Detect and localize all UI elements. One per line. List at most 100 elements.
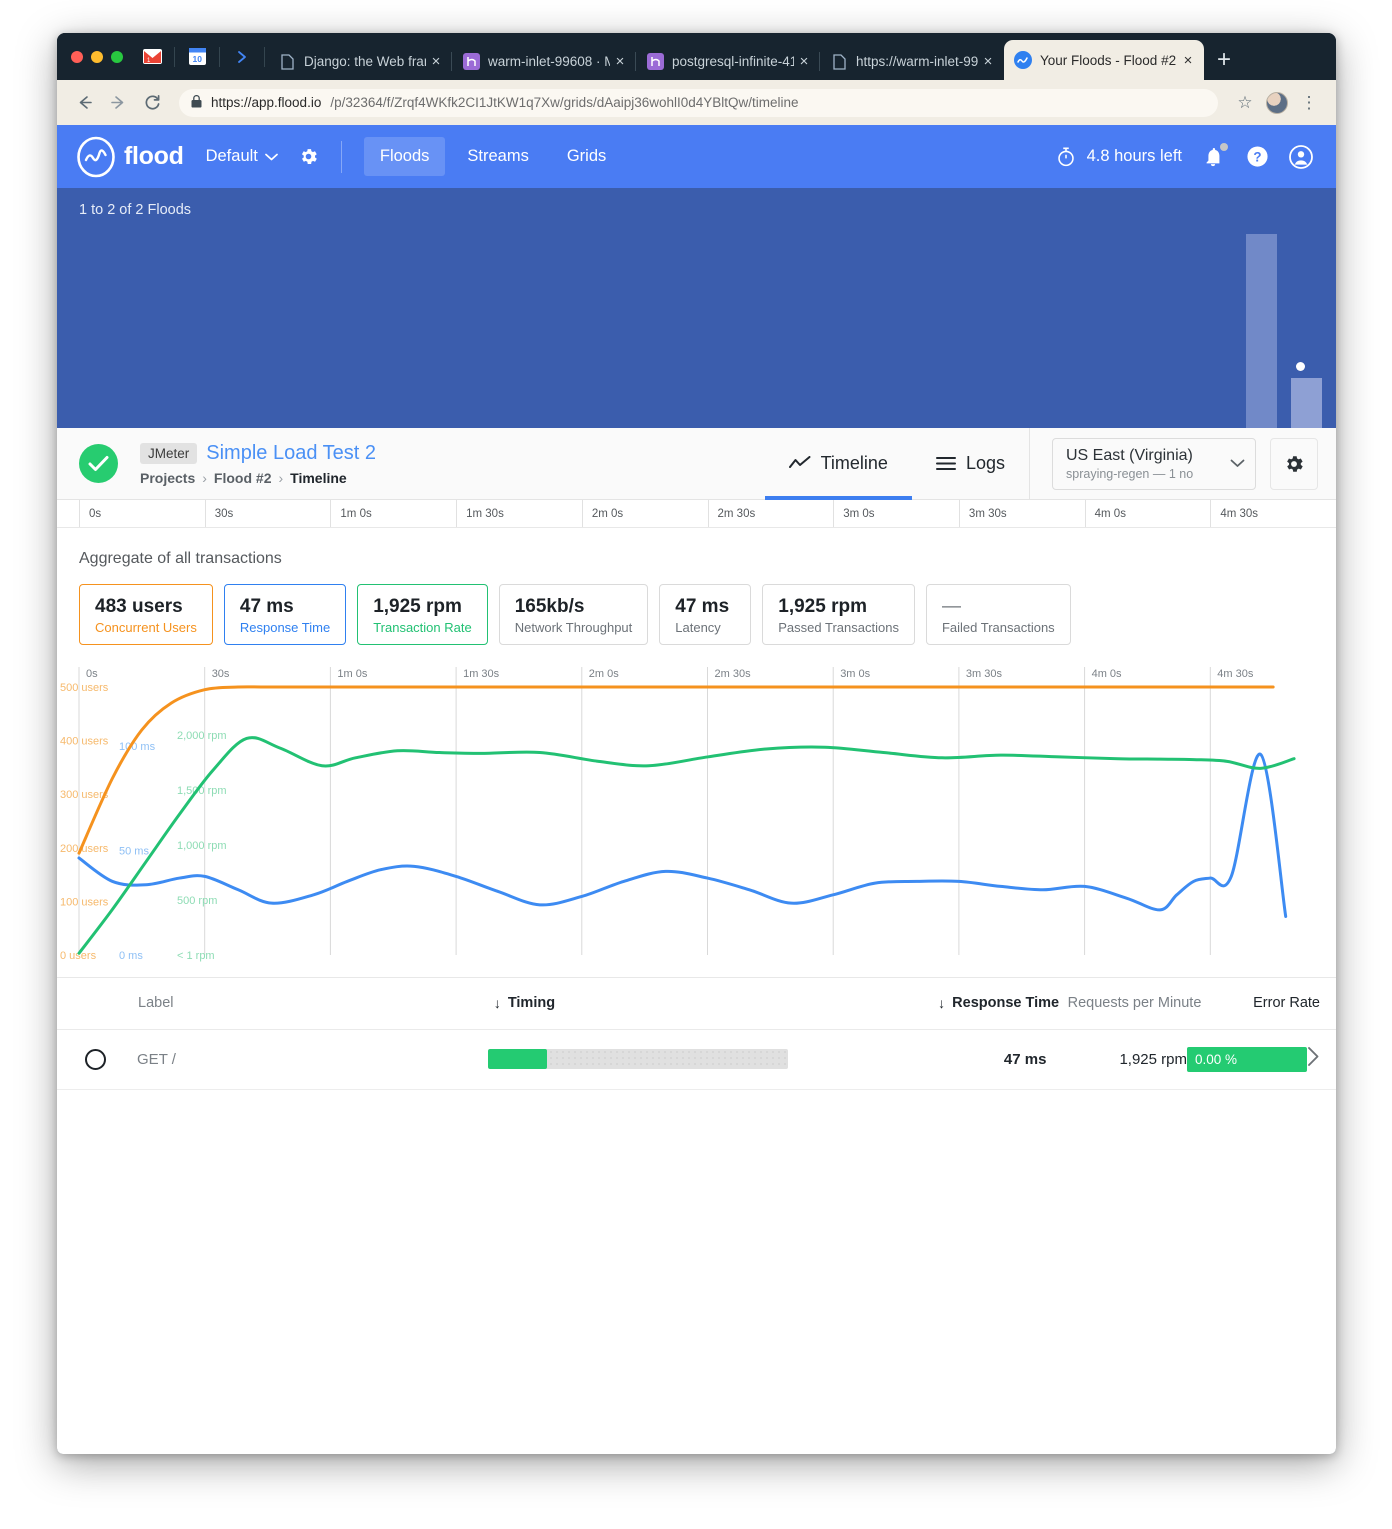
flood-icon bbox=[1014, 51, 1032, 69]
close-window-button[interactable] bbox=[71, 51, 83, 63]
flood-logo[interactable]: flood bbox=[75, 136, 184, 178]
column-header-timing-label: Timing bbox=[508, 995, 555, 1011]
breadcrumb-item-projects[interactable]: Projects bbox=[140, 470, 195, 486]
chevron-right-icon bbox=[1307, 1050, 1320, 1072]
column-header-timing[interactable]: ↓ Timing bbox=[494, 995, 879, 1011]
back-button[interactable] bbox=[69, 88, 99, 118]
row-select-cell[interactable] bbox=[57, 1049, 137, 1070]
flood-bar-short[interactable] bbox=[1291, 378, 1322, 428]
tab-logs[interactable]: Logs bbox=[912, 428, 1029, 500]
lock-icon bbox=[191, 95, 202, 111]
svg-text:2,000 rpm: 2,000 rpm bbox=[177, 730, 227, 742]
nav-link-streams[interactable]: Streams bbox=[451, 137, 544, 176]
forward-button[interactable] bbox=[103, 88, 133, 118]
gmail-pinned-tab[interactable]: 1 bbox=[133, 33, 171, 80]
new-tab-button[interactable]: + bbox=[1204, 40, 1244, 80]
metric-card-network-throughput[interactable]: 165kb/s Network Throughput bbox=[499, 584, 649, 645]
region-selector[interactable]: US East (Virginia) spraying-regen — 1 no bbox=[1052, 438, 1256, 490]
list-icon bbox=[936, 456, 956, 471]
ruler-tick-3: 1m 30s bbox=[456, 500, 582, 527]
breadcrumb-item-current: Timeline bbox=[290, 470, 347, 486]
stopwatch-icon bbox=[1055, 146, 1077, 168]
ruler-tick-1: 30s bbox=[205, 500, 331, 527]
svg-text:100 ms: 100 ms bbox=[119, 741, 156, 753]
browser-tab-0[interactable]: Django: the Web framew × bbox=[268, 43, 452, 80]
row-expand-button[interactable] bbox=[1307, 1046, 1336, 1073]
pinned-divider bbox=[174, 47, 175, 67]
window-controls[interactable] bbox=[67, 33, 133, 80]
metric-label: Transaction Rate bbox=[373, 620, 472, 635]
column-header-label[interactable]: Label bbox=[138, 995, 494, 1011]
url-path: /p/32364/f/Zrqf4WKfk2CI1JtKW1q7Xw/grids/… bbox=[330, 95, 798, 110]
svg-text:?: ? bbox=[1253, 149, 1261, 164]
address-bar[interactable]: https://app.flood.io/p/32364/f/Zrqf4WKfk… bbox=[179, 89, 1218, 117]
metric-card-latency[interactable]: 47 ms Latency bbox=[659, 584, 751, 645]
bookmark-star-button[interactable]: ☆ bbox=[1230, 88, 1260, 118]
metric-card-failed-transactions[interactable]: — Failed Transactions bbox=[926, 584, 1071, 645]
sort-desc-icon-2: ↓ bbox=[938, 995, 945, 1011]
test-name-link[interactable]: Simple Load Test 2 bbox=[206, 442, 376, 465]
svg-text:0 ms: 0 ms bbox=[119, 950, 143, 962]
svg-text:30s: 30s bbox=[212, 668, 230, 680]
maximize-window-button[interactable] bbox=[111, 51, 123, 63]
pinned-tabs: 1 10 bbox=[133, 33, 268, 80]
flood-bar-tall[interactable] bbox=[1246, 234, 1277, 428]
browser-profile-avatar[interactable] bbox=[1266, 92, 1288, 114]
metric-card-concurrent-users[interactable]: 483 users Concurrent Users bbox=[79, 584, 213, 645]
row-timing-cell bbox=[488, 1049, 869, 1069]
ruler-spacer bbox=[57, 500, 79, 527]
row-status-circle[interactable] bbox=[85, 1049, 106, 1070]
gmail-icon: 1 bbox=[143, 49, 162, 64]
test-settings-button[interactable] bbox=[1270, 438, 1318, 490]
timing-bar-fill bbox=[488, 1049, 547, 1069]
breadcrumb-item-flood[interactable]: Flood #2 bbox=[214, 470, 272, 486]
nav-link-floods[interactable]: Floods bbox=[364, 137, 446, 176]
flood-marker-dot bbox=[1296, 362, 1305, 371]
column-header-rpm[interactable]: Requests per Minute bbox=[1059, 995, 1201, 1011]
engine-badge: JMeter bbox=[140, 443, 197, 464]
table-row[interactable]: GET / 47 ms 1,925 rpm 0.00 % bbox=[57, 1030, 1336, 1090]
timeline-chart[interactable]: 0s30s1m 0s1m 30s2m 0s2m 30s3m 0s3m 30s4m… bbox=[57, 659, 1336, 977]
metric-card-passed-transactions[interactable]: 1,925 rpm Passed Transactions bbox=[762, 584, 915, 645]
svg-text:3m 0s: 3m 0s bbox=[840, 668, 870, 680]
browser-tab-4-active[interactable]: Your Floods - Flood #2 - × bbox=[1004, 40, 1204, 80]
column-header-error-rate[interactable]: Error Rate bbox=[1201, 995, 1320, 1011]
close-tab-button[interactable]: × bbox=[978, 54, 998, 69]
notification-badge bbox=[1220, 143, 1228, 151]
test-titles: JMeter Simple Load Test 2 Projects › Flo… bbox=[140, 442, 376, 486]
project-settings-button[interactable] bbox=[298, 146, 319, 167]
project-selector[interactable]: Default bbox=[206, 147, 278, 166]
help-button[interactable]: ? bbox=[1244, 144, 1270, 170]
column-header-response-time-label: Response Time bbox=[952, 995, 1059, 1011]
heroku-icon bbox=[646, 53, 664, 71]
chevron-down-icon bbox=[265, 153, 278, 161]
browser-menu-button[interactable]: ⋮ bbox=[1294, 88, 1324, 118]
browser-tab-1[interactable]: warm-inlet-99608 · Met × bbox=[452, 43, 636, 80]
column-header-response-time[interactable]: ↓ Response Time bbox=[879, 995, 1059, 1011]
close-tab-button[interactable]: × bbox=[610, 54, 630, 69]
breadcrumb: Projects › Flood #2 › Timeline bbox=[140, 470, 376, 486]
metric-value: 165kb/s bbox=[515, 595, 633, 619]
close-tab-button[interactable]: × bbox=[1178, 53, 1198, 68]
close-tab-button[interactable]: × bbox=[794, 54, 814, 69]
row-error-rate-cell: 0.00 % bbox=[1187, 1047, 1307, 1072]
svg-text:4m 0s: 4m 0s bbox=[1092, 668, 1122, 680]
account-button[interactable] bbox=[1288, 144, 1314, 170]
tab-timeline[interactable]: Timeline bbox=[765, 428, 912, 500]
calendar-pinned-tab[interactable]: 10 bbox=[178, 33, 216, 80]
ruler-tick-7: 3m 30s bbox=[959, 500, 1085, 527]
reload-button[interactable] bbox=[137, 88, 167, 118]
ruler-tick-6: 3m 0s bbox=[833, 500, 959, 527]
browser-tab-2[interactable]: postgresql-infinite-4153 × bbox=[636, 43, 820, 80]
svg-text:50 ms: 50 ms bbox=[119, 845, 149, 857]
browser-tab-3[interactable]: https://warm-inlet-9960 × bbox=[820, 43, 1004, 80]
forward-pinned-tab[interactable] bbox=[223, 33, 261, 80]
region-sub: spraying-regen — 1 no bbox=[1066, 467, 1193, 481]
metric-card-response-time[interactable]: 47 ms Response Time bbox=[224, 584, 346, 645]
notifications-button[interactable] bbox=[1200, 144, 1226, 170]
metric-card-transaction-rate[interactable]: 1,925 rpm Transaction Rate bbox=[357, 584, 488, 645]
nav-link-grids[interactable]: Grids bbox=[551, 137, 622, 176]
svg-text:200 users: 200 users bbox=[60, 843, 109, 855]
close-tab-button[interactable]: × bbox=[426, 54, 446, 69]
minimize-window-button[interactable] bbox=[91, 51, 103, 63]
